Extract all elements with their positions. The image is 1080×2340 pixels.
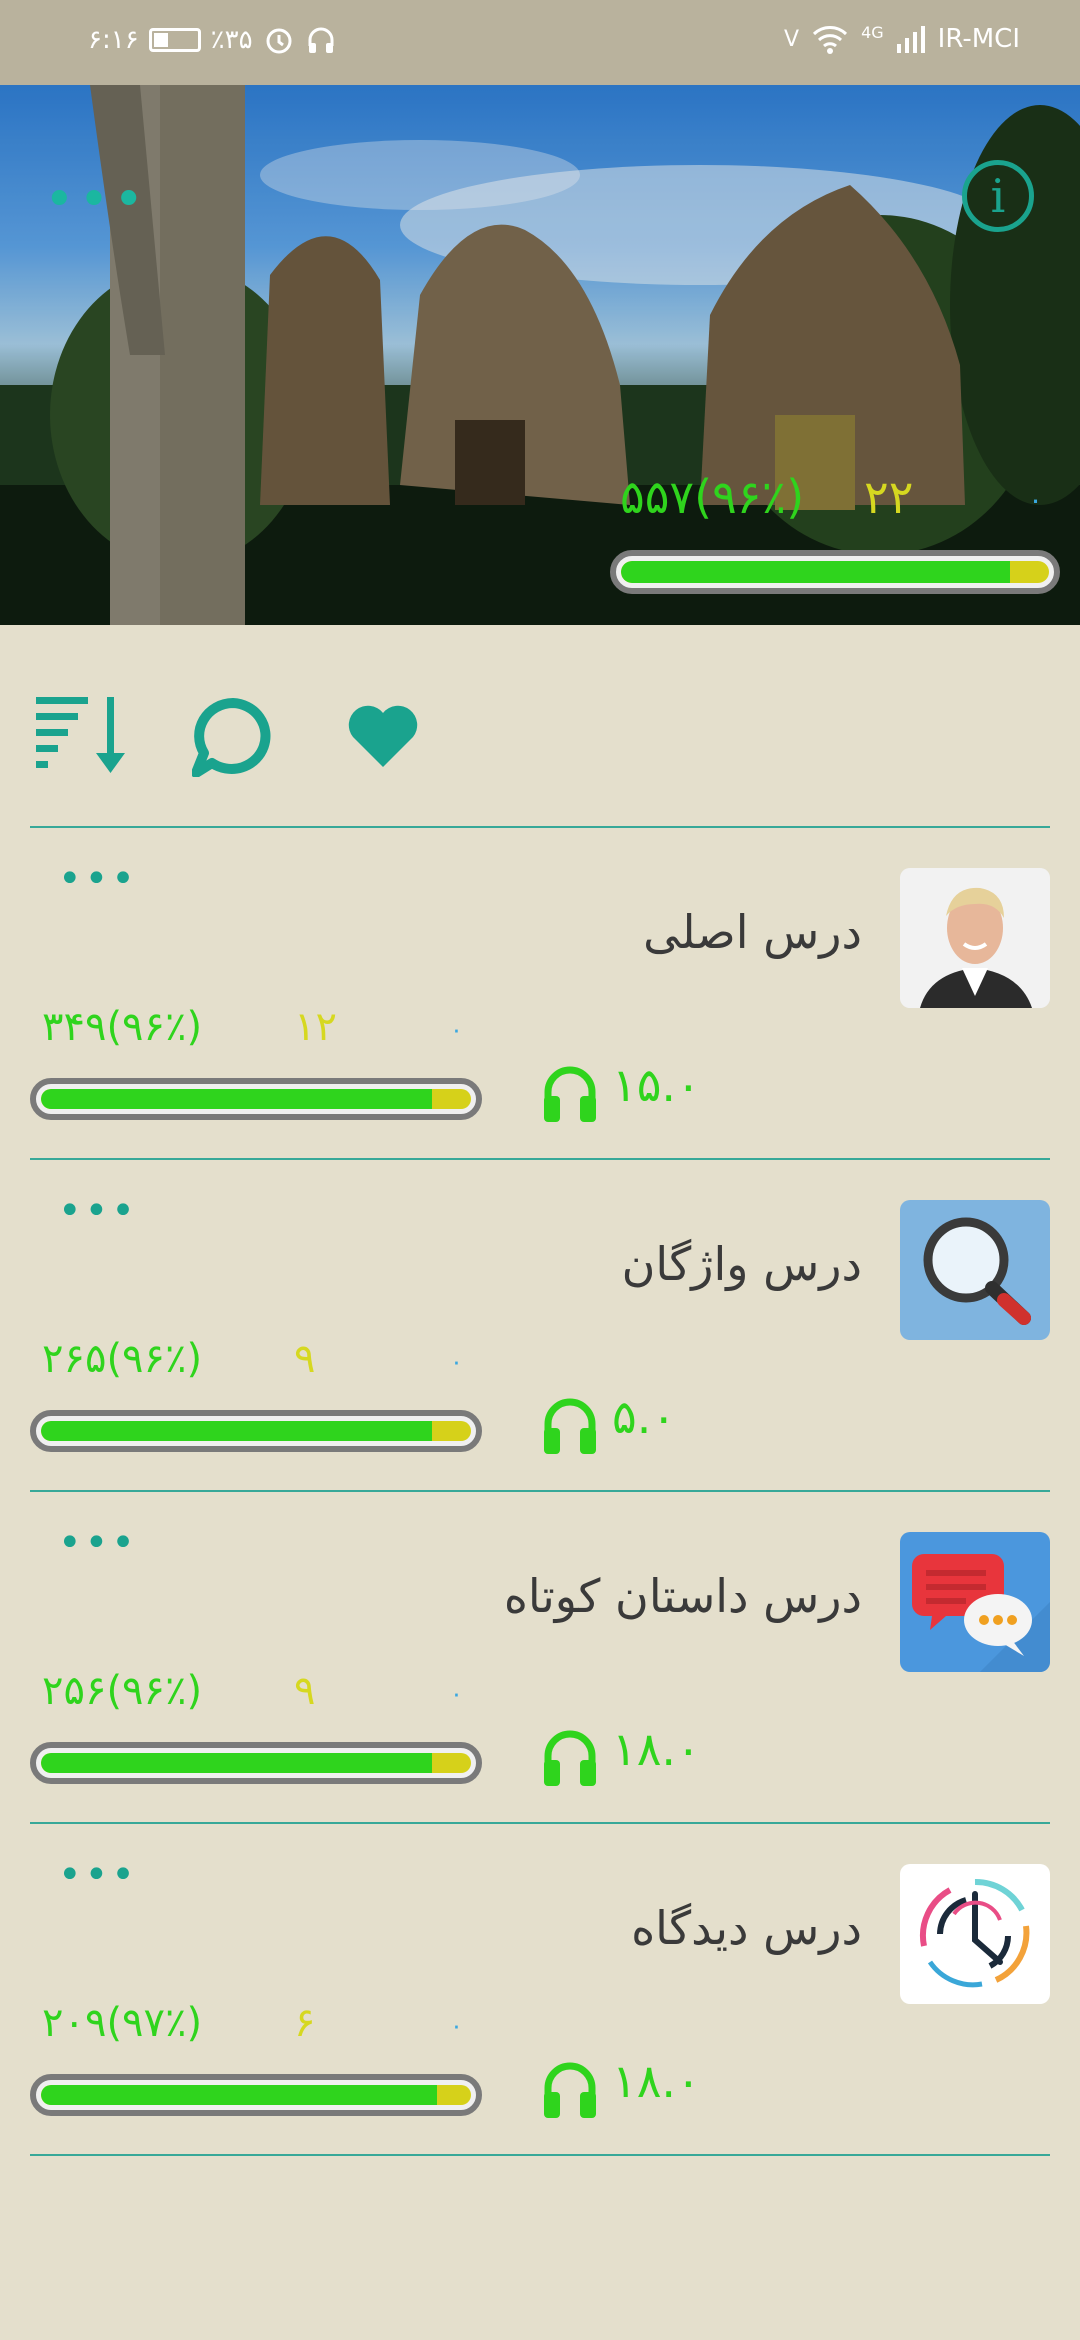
lesson-count-stat: ۶ — [294, 2000, 316, 2046]
lesson-zero-stat: ۰ — [450, 1016, 463, 1044]
header-count-stat: ۲۲ — [864, 470, 914, 524]
lesson-duration: ۱۸.۰ — [612, 1722, 701, 1776]
battery-icon — [148, 28, 201, 52]
progress-track — [41, 1753, 471, 1773]
lesson-divider — [30, 1822, 1050, 1824]
status-bar: ۶:۱۶ ٪۳۵ V 4G IR-MCI — [0, 0, 1080, 85]
progress-track — [621, 561, 1049, 583]
headphone-icon[interactable] — [538, 2056, 602, 2120]
lesson-duration: ۵.۰ — [612, 1390, 677, 1444]
toolbar-divider — [30, 826, 1050, 828]
lesson-thumbnail-portrait — [900, 868, 1050, 1008]
progress-track — [41, 1089, 471, 1109]
lesson-total-stat: ۲۶۵(۹۶٪) — [42, 1336, 203, 1382]
lesson-total-stat: ۲۵۶(۹۶٪) — [42, 1668, 203, 1714]
lesson-divider — [30, 2154, 1050, 2156]
progress-track — [41, 2085, 471, 2105]
network-letter: V — [784, 26, 800, 52]
wifi-icon — [813, 26, 848, 54]
lesson-thumbnail-chat — [900, 1532, 1050, 1672]
status-time: ۶:۱۶ — [88, 25, 139, 55]
progress-fill — [621, 561, 1011, 583]
lesson-title: درس واژگان — [621, 1237, 862, 1291]
progress-fill — [41, 1753, 433, 1773]
lesson-total-stat: ۲۰۹(۹۷٪) — [42, 2000, 203, 2046]
village-huts-photo — [0, 85, 1080, 625]
lesson-more-button[interactable]: ••• — [58, 1523, 138, 1563]
lesson-zero-stat: ۰ — [450, 2012, 463, 2040]
lesson-title: درس داستان کوتاه — [503, 1569, 862, 1623]
sort-descending-icon[interactable] — [36, 695, 132, 777]
status-right: V 4G IR-MCI — [784, 22, 1020, 54]
lesson-count-stat: ۱۲ — [294, 1004, 337, 1050]
lesson-progress-bar — [30, 1410, 482, 1452]
header-zero-stat: ۰ — [1028, 483, 1044, 516]
magnifier-icon — [923, 1217, 1031, 1325]
header-banner: ••• i ۵۵۷(۹۶٪) ۲۲ ۰ — [0, 85, 1080, 625]
header-progress-bar — [610, 550, 1060, 594]
portrait-photo — [900, 868, 1050, 1008]
carrier-name: IR-MCI — [937, 24, 1020, 54]
header-total-stat: ۵۵۷(۹۶٪) — [620, 470, 805, 524]
lesson-title: درس اصلی — [643, 905, 862, 959]
lesson-divider — [30, 1490, 1050, 1492]
lesson-count-stat: ۹ — [294, 1668, 316, 1714]
clock-logo — [919, 1878, 1030, 1988]
lesson-progress-bar — [30, 1078, 482, 1120]
info-icon[interactable]: i — [962, 160, 1034, 232]
headphone-icon[interactable] — [538, 1724, 602, 1788]
lesson-thumbnail-search — [900, 1200, 1050, 1340]
lesson-count-stat: ۹ — [294, 1336, 316, 1382]
lesson-duration: ۱۸.۰ — [612, 2054, 701, 2108]
progress-track — [41, 1421, 471, 1441]
lesson-zero-stat: ۰ — [450, 1680, 463, 1708]
heart-icon[interactable] — [347, 703, 419, 769]
network-type: 4G — [861, 22, 884, 42]
headphone-icon[interactable] — [538, 1392, 602, 1456]
comment-icon[interactable] — [192, 697, 274, 777]
signal-icon — [896, 26, 925, 53]
lesson-progress-bar — [30, 1742, 482, 1784]
status-left: ۶:۱۶ ٪۳۵ — [88, 24, 337, 56]
progress-fill — [41, 1421, 433, 1441]
chat-bubbles-icon — [912, 1554, 1050, 1672]
headphone-icon[interactable] — [538, 1060, 602, 1124]
lesson-divider — [30, 1158, 1050, 1160]
lesson-duration: ۱۵.۰ — [612, 1058, 701, 1112]
lesson-more-button[interactable]: ••• — [58, 1855, 138, 1895]
battery-percent: ٪۳۵ — [210, 25, 253, 55]
lesson-total-stat: ۳۴۹(۹۶٪) — [42, 1004, 203, 1050]
header-more-button[interactable]: ••• — [44, 174, 148, 226]
alarm-icon — [266, 28, 292, 54]
lesson-progress-bar — [30, 2074, 482, 2116]
progress-fill — [41, 1089, 433, 1109]
headphone-status-icon — [308, 27, 334, 53]
lesson-more-button[interactable]: ••• — [58, 1191, 138, 1231]
lesson-zero-stat: ۰ — [450, 1348, 463, 1376]
lesson-more-button[interactable]: ••• — [58, 859, 138, 899]
progress-fill — [41, 2085, 437, 2105]
lesson-thumbnail-clock — [900, 1864, 1050, 2004]
lesson-title: درس دیدگاه — [631, 1901, 862, 1955]
